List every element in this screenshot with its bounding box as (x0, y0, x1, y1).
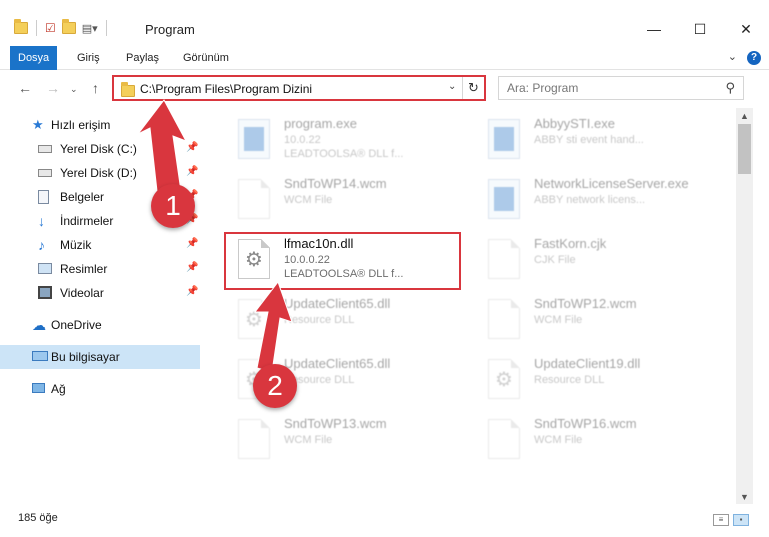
arrow-2-shape (253, 280, 293, 373)
step-1-badge: 1 (151, 184, 195, 228)
step-2-badge: 2 (253, 364, 297, 408)
annotation-arrows (137, 99, 293, 373)
